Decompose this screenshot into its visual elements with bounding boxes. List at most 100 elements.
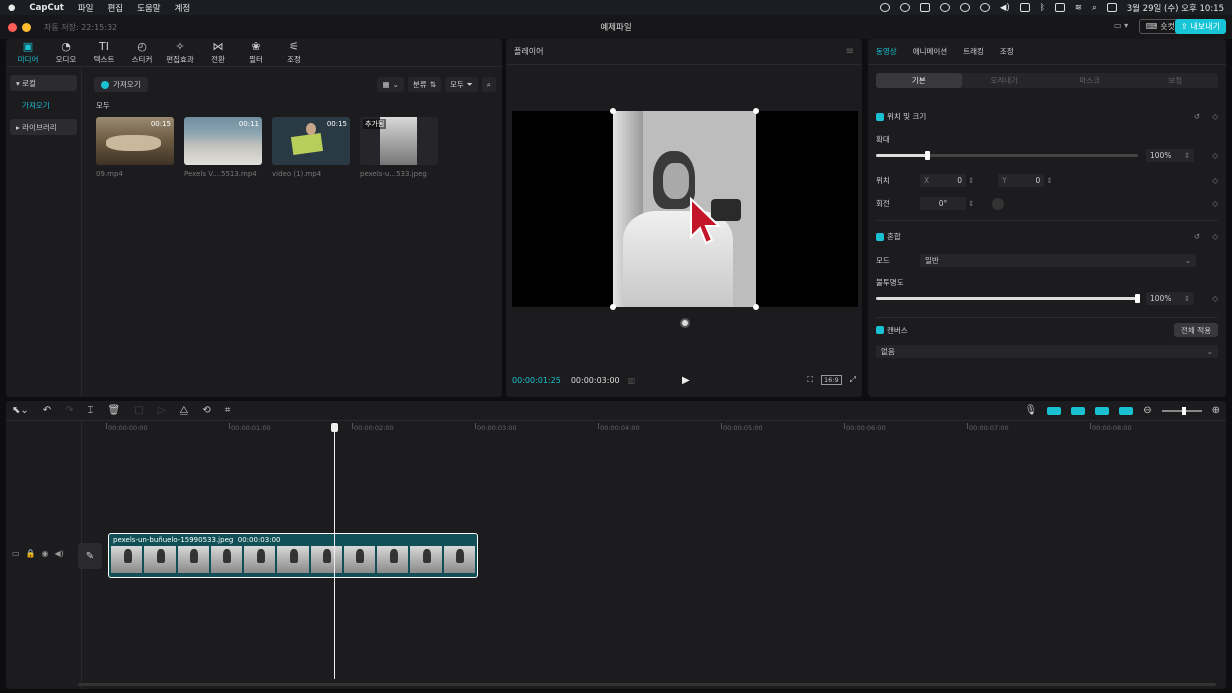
media-item[interactable]: 00:15 09.mp4: [96, 117, 174, 178]
tab-adjustment[interactable]: 조정: [1000, 46, 1014, 57]
sync-icon[interactable]: [939, 3, 950, 12]
menu-icon[interactable]: ≡: [846, 46, 854, 57]
subtab-basic[interactable]: 기본: [876, 73, 962, 88]
media-item[interactable]: 00:15 video (1).mp4: [272, 117, 350, 178]
menu-edit[interactable]: 편집: [107, 2, 123, 14]
microphone-icon[interactable]: 🎙: [1025, 405, 1038, 416]
export-button[interactable]: ⇪ 내보내기: [1174, 19, 1226, 34]
crop-icon[interactable]: ⌗: [225, 405, 231, 416]
opacity-knob[interactable]: [1135, 294, 1140, 303]
scale-input[interactable]: 100% ⇕: [1146, 149, 1194, 162]
tab-video[interactable]: 동영상: [876, 46, 897, 57]
tab-transition[interactable]: ⋈ 전환: [200, 41, 236, 65]
tab-tracking[interactable]: 트래킹: [963, 46, 984, 57]
menu-account[interactable]: 계정: [175, 2, 191, 14]
datetime[interactable]: 3월 29일 (수) 오후 10:15: [1127, 2, 1224, 14]
subtab-cutout[interactable]: 오려내기: [962, 73, 1048, 88]
zoom-knob[interactable]: [1181, 406, 1186, 415]
subtab-retouch[interactable]: 보정: [1133, 73, 1219, 88]
reverse-icon[interactable]: ▷: [158, 405, 166, 416]
status-icon[interactable]: [899, 3, 910, 12]
resize-handle[interactable]: [753, 304, 759, 310]
tab-filter[interactable]: ❀ 필터: [238, 41, 274, 65]
record-icon[interactable]: [879, 3, 890, 12]
wifi-icon[interactable]: ≋: [1075, 3, 1082, 13]
volume-icon[interactable]: ◀): [1000, 3, 1010, 13]
media-item[interactable]: 00:11 Pexels V....5513.mp4: [184, 117, 262, 178]
resize-handle[interactable]: [610, 108, 616, 114]
keyframe-icon[interactable]: ◇: [1212, 232, 1218, 241]
view-mode-button[interactable]: ▦ ⌄: [377, 77, 404, 92]
keyframe-icon[interactable]: ◇: [1212, 151, 1218, 160]
filter-button[interactable]: 모두 ⏷: [444, 77, 478, 92]
delete-icon[interactable]: 🗑: [108, 405, 121, 416]
menu-file[interactable]: 파일: [78, 2, 94, 14]
rotate-icon[interactable]: ⟲: [202, 405, 210, 416]
zoom-out-icon[interactable]: ⊖: [1143, 405, 1151, 416]
input-icon[interactable]: [1019, 3, 1030, 12]
select-tool-icon[interactable]: ⬉⌄: [12, 405, 29, 416]
fps-icon[interactable]: ▥: [628, 376, 636, 385]
y-input[interactable]: Y0: [998, 174, 1045, 187]
tab-adjust[interactable]: ⚟ 조정: [276, 41, 312, 65]
rotation-dial[interactable]: [992, 197, 1005, 210]
snap-toggle[interactable]: [1047, 406, 1062, 415]
video-preview[interactable]: [512, 108, 858, 310]
media-search-button[interactable]: ⌕: [481, 77, 496, 92]
stepper-icon[interactable]: ⇕: [1184, 294, 1190, 303]
reset-icon[interactable]: ↺: [1194, 112, 1200, 121]
mirror-icon[interactable]: ⧋: [179, 405, 188, 416]
keyframe-icon[interactable]: ◇: [1212, 176, 1218, 185]
resize-handle[interactable]: [610, 304, 616, 310]
tab-effects[interactable]: ✧ 편집효과: [162, 41, 198, 65]
zoom-slider[interactable]: [1161, 406, 1202, 415]
opacity-slider[interactable]: [876, 294, 1140, 303]
rotate-handle[interactable]: [680, 318, 690, 328]
minimize-window-button[interactable]: [22, 22, 31, 32]
close-window-button[interactable]: [8, 22, 17, 32]
cover-edit-button[interactable]: ✎: [78, 543, 102, 569]
import-button[interactable]: 가져오기: [94, 77, 148, 92]
play-button[interactable]: ▶: [682, 375, 690, 386]
apply-all-button[interactable]: 전체 적용: [1174, 323, 1218, 337]
tab-media[interactable]: ▣ 미디어: [10, 41, 46, 65]
shield-icon[interactable]: [919, 3, 930, 12]
resize-handle[interactable]: [753, 108, 759, 114]
rotation-input[interactable]: 0°: [920, 197, 966, 210]
keyframe-icon[interactable]: ◇: [1212, 294, 1218, 303]
scale-slider[interactable]: [876, 151, 1138, 160]
media-item[interactable]: 추가됨 pexels-u...533.jpeg: [360, 117, 438, 178]
fullscreen-icon[interactable]: ⤢: [850, 375, 856, 385]
canvas-checkbox[interactable]: [876, 326, 884, 334]
tab-sticker[interactable]: ◴ 스티커: [124, 41, 160, 65]
battery-icon[interactable]: [1054, 3, 1065, 12]
fit-icon[interactable]: ⛶: [807, 375, 813, 385]
time-ruler[interactable]: 00:00:00:00 00:00:01:00 00:00:02:00 00:0…: [82, 421, 1226, 435]
opacity-input[interactable]: 100% ⇕: [1146, 292, 1194, 305]
tab-animation[interactable]: 애니메이션: [913, 46, 948, 57]
zoom-in-icon[interactable]: ⊕: [1212, 405, 1220, 416]
clock-icon[interactable]: [959, 3, 970, 12]
preview-image[interactable]: [613, 111, 756, 307]
search-icon[interactable]: ⌕: [1092, 3, 1097, 13]
link-toggle[interactable]: [1071, 406, 1086, 415]
preview-toggle[interactable]: [1095, 406, 1110, 415]
reset-icon[interactable]: ↺: [1194, 232, 1200, 241]
position-size-checkbox[interactable]: [876, 112, 884, 121]
x-input[interactable]: X0: [920, 174, 966, 187]
playhead[interactable]: [331, 423, 338, 679]
lock-icon[interactable]: 🔒: [26, 549, 36, 558]
scale-knob[interactable]: [925, 151, 931, 160]
stepper-icon[interactable]: ⇕: [1184, 151, 1190, 160]
sidebar-item-local[interactable]: ▾ 로컬: [10, 75, 77, 91]
keyframe-icon[interactable]: ◇: [1212, 199, 1218, 208]
tab-audio[interactable]: ◔ 오디오: [48, 41, 84, 65]
subtab-mask[interactable]: 마스크: [1047, 73, 1133, 88]
layout-icon[interactable]: ▭ ▾: [1114, 21, 1134, 32]
tab-text[interactable]: TI 텍스트: [86, 41, 122, 65]
stepper-icon[interactable]: ⇕: [968, 176, 974, 185]
timeline-clip[interactable]: pexels-un-buñuelo-15990533.jpeg 00:00:03…: [108, 533, 478, 578]
redo-icon[interactable]: ↷: [65, 405, 73, 416]
mode-select[interactable]: 일반 ⌄: [920, 254, 1196, 267]
keyframe-icon[interactable]: ◇: [1212, 112, 1218, 121]
